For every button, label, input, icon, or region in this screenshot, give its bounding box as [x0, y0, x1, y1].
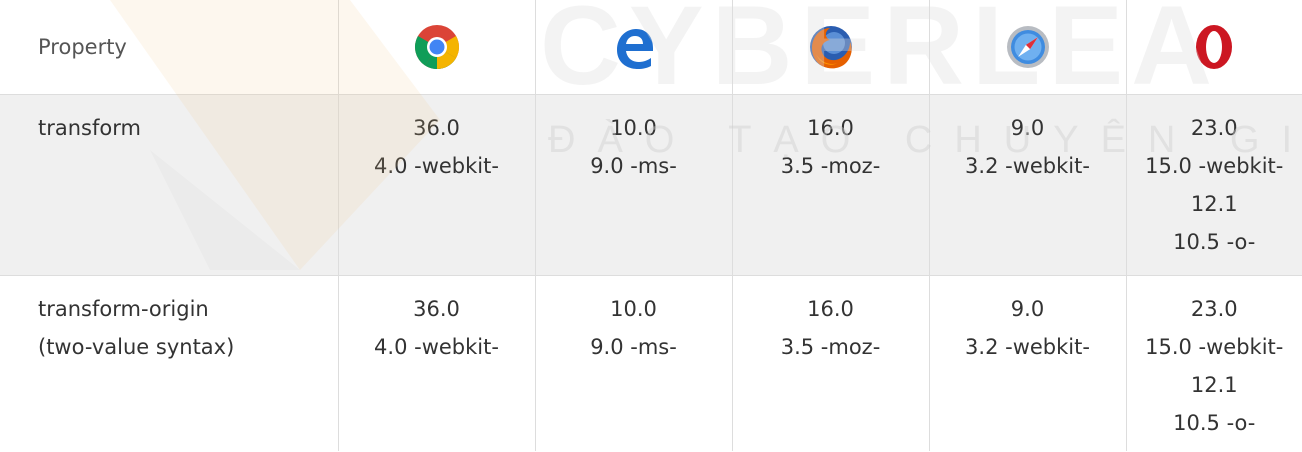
safari-column-header: [929, 0, 1127, 94]
prefixed-version-value: 3.5 -moz-: [780, 334, 881, 359]
version-value: 36.0: [413, 296, 460, 321]
version-value: 12.1: [1190, 372, 1238, 397]
edge-icon: [616, 28, 653, 69]
prefixed-version-value: 15.0 -webkit-: [1145, 334, 1284, 359]
version-value: 9.0: [1010, 296, 1045, 321]
table-header-row: Property: [0, 0, 1302, 94]
safari-support-cell: 9.0 3.2 -webkit-: [929, 94, 1127, 275]
firefox-support-cell: 16.0 3.5 -moz-: [732, 94, 930, 275]
prefixed-version-value: 3.5 -moz-: [780, 153, 881, 178]
edge-column-header: [535, 0, 733, 94]
property-name: transform: [38, 115, 141, 140]
prefixed-version-value: 4.0 -webkit-: [374, 334, 499, 359]
safari-icon: [1006, 25, 1049, 68]
opera-column-header: [1126, 0, 1302, 94]
version-value: 36.0: [413, 115, 460, 140]
version-value: 23.0: [1190, 296, 1238, 321]
version-value: 9.0: [1010, 115, 1045, 140]
prefixed-version-value: 9.0 -ms-: [590, 153, 677, 178]
version-value: 10.0: [610, 296, 657, 321]
firefox-column-header: [732, 0, 930, 94]
property-cell: transform-origin (two-value syntax): [0, 275, 339, 451]
prefixed-version-value: 3.2 -webkit-: [965, 153, 1090, 178]
table-row: transform 36.0 4.0 -webkit- 10.0 9.0 -ms…: [0, 94, 1302, 275]
version-value: 16.0: [807, 296, 854, 321]
chrome-support-cell: 36.0 4.0 -webkit-: [338, 94, 536, 275]
prefixed-version-value: 10.5 -o-: [1173, 229, 1256, 254]
property-name: transform-origin: [38, 296, 209, 321]
prefixed-version-value: 10.5 -o-: [1173, 410, 1256, 435]
version-value: 16.0: [807, 115, 854, 140]
chrome-icon: [414, 24, 459, 69]
chrome-column-header: [338, 0, 536, 94]
edge-support-cell: 10.0 9.0 -ms-: [535, 94, 733, 275]
opera-support-cell: 23.0 15.0 -webkit- 12.1 10.5 -o-: [1126, 275, 1302, 451]
prefixed-version-value: 9.0 -ms-: [590, 334, 677, 359]
opera-icon: [1196, 24, 1233, 69]
prefixed-version-value: 15.0 -webkit-: [1145, 153, 1284, 178]
prefixed-version-value: 4.0 -webkit-: [374, 153, 499, 178]
property-cell: transform: [0, 94, 339, 275]
property-column-header: Property: [0, 0, 339, 94]
browser-support-table: Property transform 36.0 4.0 -webkit- 10.…: [0, 0, 1302, 451]
prefixed-version-value: 3.2 -webkit-: [965, 334, 1090, 359]
chrome-support-cell: 36.0 4.0 -webkit-: [338, 275, 536, 451]
version-value: 10.0: [610, 115, 657, 140]
opera-support-cell: 23.0 15.0 -webkit- 12.1 10.5 -o-: [1126, 94, 1302, 275]
table-row: transform-origin (two-value syntax) 36.0…: [0, 275, 1302, 451]
edge-support-cell: 10.0 9.0 -ms-: [535, 275, 733, 451]
property-note: (two-value syntax): [38, 334, 235, 359]
version-value: 23.0: [1190, 115, 1238, 140]
safari-support-cell: 9.0 3.2 -webkit-: [929, 275, 1127, 451]
version-value: 12.1: [1190, 191, 1238, 216]
firefox-icon: [809, 25, 852, 69]
firefox-support-cell: 16.0 3.5 -moz-: [732, 275, 930, 451]
